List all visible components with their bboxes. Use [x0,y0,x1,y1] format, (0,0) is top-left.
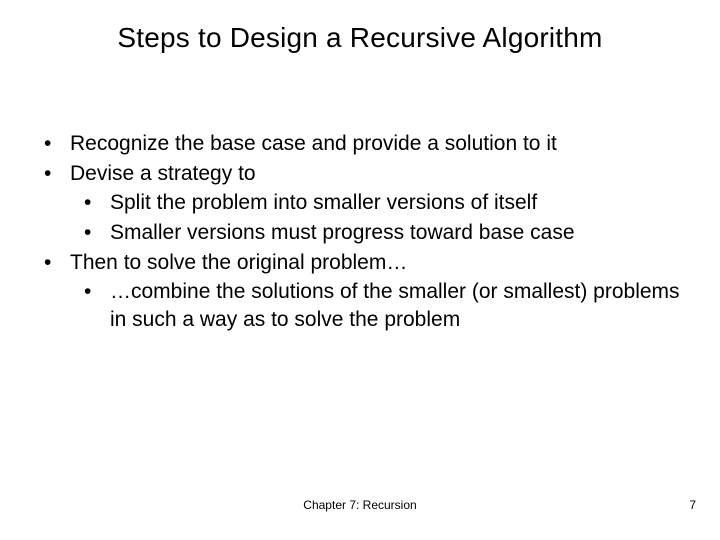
slide-body: Recognize the base case and provide a so… [30,130,680,336]
page-number: 7 [689,498,696,512]
list-item: Split the problem into smaller versions … [70,189,680,217]
footer-chapter: Chapter 7: Recursion [0,498,720,512]
bullet-text: Then to solve the original problem… [70,251,407,274]
list-item: …combine the solutions of the smaller (o… [70,278,680,335]
list-item: Then to solve the original problem… …com… [30,249,680,334]
list-item: Devise a strategy to Split the problem i… [30,160,680,247]
bullet-text: Recognize the base case and provide a so… [70,132,557,155]
slide: Steps to Design a Recursive Algorithm Re… [0,0,720,540]
sub-bullet-list: Split the problem into smaller versions … [70,189,680,248]
bullet-list: Recognize the base case and provide a so… [30,130,680,334]
list-item: Recognize the base case and provide a so… [30,130,680,158]
slide-title: Steps to Design a Recursive Algorithm [0,22,720,54]
bullet-text: Smaller versions must progress toward ba… [110,221,575,244]
bullet-text: Split the problem into smaller versions … [110,191,537,214]
list-item: Smaller versions must progress toward ba… [70,219,680,247]
bullet-text: …combine the solutions of the smaller (o… [110,280,680,331]
sub-bullet-list: …combine the solutions of the smaller (o… [70,278,680,335]
bullet-text: Devise a strategy to [70,162,256,185]
